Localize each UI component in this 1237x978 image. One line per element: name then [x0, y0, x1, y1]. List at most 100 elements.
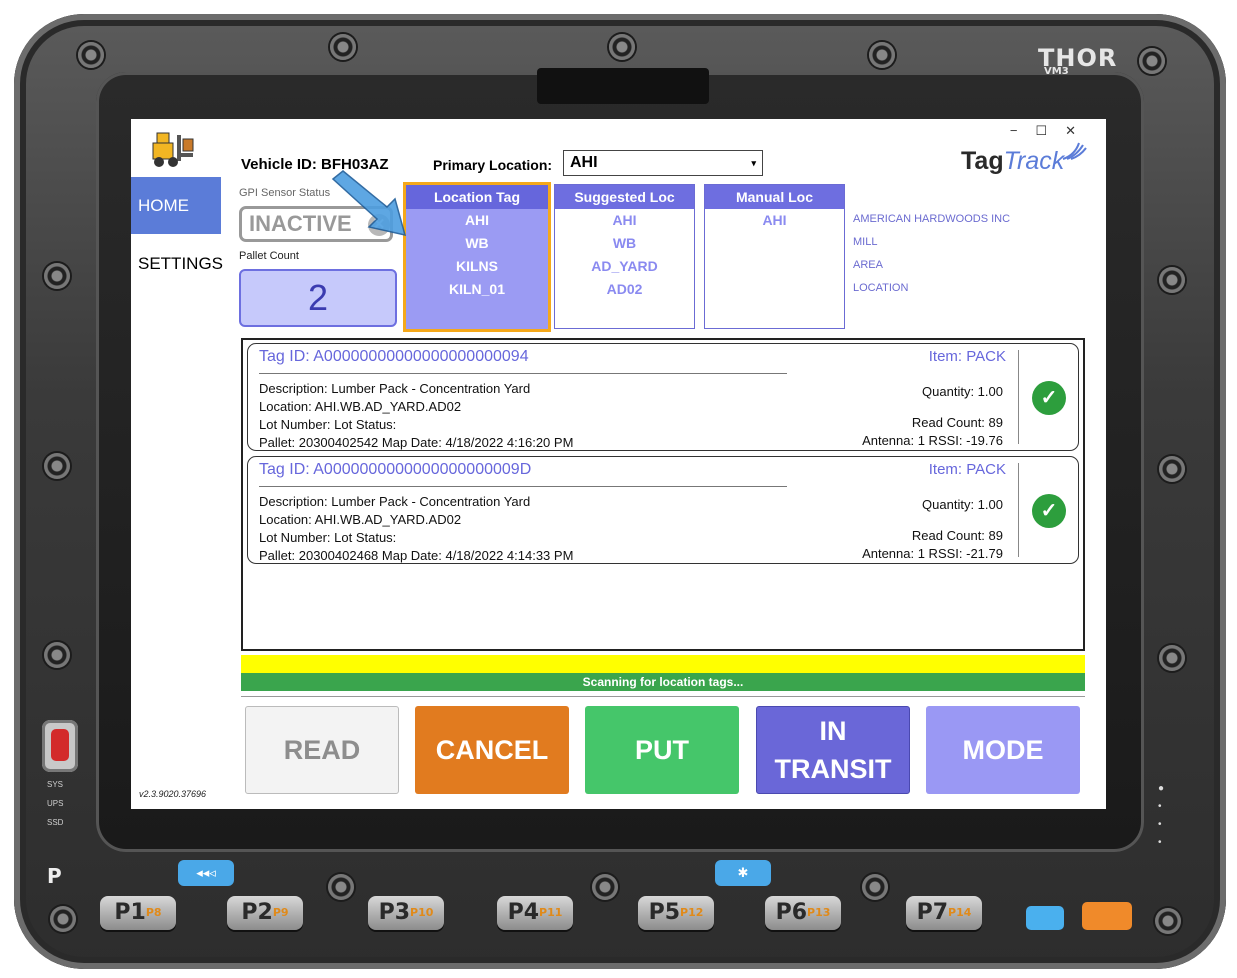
tag-read-count: Read Count: 89 — [911, 415, 1003, 430]
forklift-icon — [152, 132, 194, 167]
in-transit-label: IN TRANSIT — [775, 712, 892, 788]
gpi-sensor-label: GPI Sensor Status — [239, 187, 331, 199]
tag-list[interactable]: Tag ID: A00000000000000000000094 Descrip… — [241, 338, 1085, 651]
logo-track-text: Track — [1003, 147, 1065, 175]
window-controls: −☐✕ — [1010, 123, 1094, 139]
location-tag-value: WB — [465, 235, 489, 251]
tag-description: Description: Lumber Pack - Concentration… — [259, 494, 531, 509]
screw-icon — [78, 42, 104, 68]
key-p7[interactable]: P7P14 — [906, 896, 982, 930]
screw-icon — [50, 906, 76, 932]
tag-id: Tag ID: A0000000000000000000009D — [259, 461, 532, 478]
screw-icon — [330, 34, 356, 60]
put-button[interactable]: PUT — [585, 706, 739, 794]
tag-card[interactable]: Tag ID: A0000000000000000000009D Descrip… — [247, 456, 1079, 564]
led-label-sys: SYS — [47, 780, 64, 789]
screw-icon — [609, 34, 635, 60]
pallet-count-value: 2 — [239, 269, 397, 327]
key-p13-label: P13 — [807, 906, 831, 919]
screw-icon — [44, 263, 70, 289]
mode-button[interactable]: MODE — [926, 706, 1080, 794]
key-p3[interactable]: P3P10 — [368, 896, 444, 930]
screw-icon — [1159, 267, 1185, 293]
tag-pallet: Pallet: 20300402542 Map Date: 4/18/2022 … — [259, 435, 574, 450]
tag-lot: Lot Number: Lot Status: — [259, 417, 397, 432]
minimize-button[interactable]: − — [1010, 123, 1036, 138]
suggested-loc-value: AD02 — [606, 281, 643, 297]
suggested-loc-panel[interactable]: Suggested Loc AHI WB AD_YARD AD02 — [554, 184, 695, 329]
divider — [1018, 350, 1019, 444]
screw-icon — [1155, 908, 1181, 934]
key-p2-label: P2 — [241, 900, 273, 925]
suggested-loc-value: WB — [612, 235, 637, 251]
key-p7-label: P7 — [916, 900, 949, 925]
camera — [537, 68, 709, 104]
level-label-mill: MILL — [853, 236, 878, 248]
key-p1-label: P1 — [114, 900, 146, 925]
key-p6-label: P6 — [775, 900, 808, 925]
tag-location: Location: AHI.WB.AD_YARD.AD02 — [259, 512, 462, 527]
key-p14-label: P14 — [948, 906, 972, 919]
screw-icon — [1159, 645, 1185, 671]
location-tag-panel[interactable]: Location Tag AHI WB KILNS KILN_01 — [403, 182, 551, 332]
cancel-button[interactable]: CANCEL — [415, 706, 569, 794]
read-button[interactable]: READ — [245, 706, 399, 794]
brightness-key-icon[interactable]: ✱ — [715, 860, 771, 886]
nav-settings[interactable]: SETTINGS — [131, 235, 223, 292]
p-label: P — [47, 864, 62, 888]
divider — [241, 696, 1085, 697]
status-bar: Scanning for location tags... — [241, 673, 1085, 691]
key-p5-label: P5 — [648, 900, 681, 925]
location-tag-value: KILN_01 — [448, 281, 506, 297]
tag-description: Description: Lumber Pack - Concentration… — [259, 381, 531, 396]
tag-antenna: Antenna: 1 RSSI: -21.79 — [862, 546, 1003, 561]
signal-waves-icon — [1062, 142, 1087, 160]
volume-key-icon[interactable]: ◂◂◃ — [178, 860, 234, 886]
manual-loc-value: AHI — [762, 212, 787, 228]
suggested-loc-value: AHI — [612, 212, 637, 228]
screw-icon — [1159, 456, 1185, 482]
power-button[interactable] — [42, 720, 78, 772]
manual-loc-header: Manual Loc — [705, 185, 844, 209]
primary-location-select[interactable]: AHI ▾ — [563, 150, 763, 176]
tag-card[interactable]: Tag ID: A00000000000000000000094 Descrip… — [247, 343, 1079, 451]
key-p4-label: P4 — [507, 900, 540, 925]
chevron-down-icon: ▾ — [751, 158, 756, 168]
tag-item: Item: PACK — [928, 461, 1006, 478]
key-p5[interactable]: P5P12 — [638, 896, 714, 930]
key-p10-label: P10 — [410, 906, 434, 919]
tag-item: Item: PACK — [928, 348, 1006, 365]
screw-icon — [1139, 48, 1165, 74]
key-p4[interactable]: P4P11 — [497, 896, 573, 930]
check-icon: ✓ — [1032, 494, 1066, 528]
key-p11-label: P11 — [539, 906, 563, 919]
tag-pallet: Pallet: 20300402468 Map Date: 4/18/2022 … — [259, 548, 574, 563]
key-p2[interactable]: P2P9 — [227, 896, 303, 930]
key-p6[interactable]: P6P13 — [765, 896, 841, 930]
in-transit-button[interactable]: IN TRANSIT — [756, 706, 910, 794]
screw-icon — [592, 874, 618, 900]
key-p1[interactable]: P1P8 — [100, 896, 176, 930]
tag-location: Location: AHI.WB.AD_YARD.AD02 — [259, 399, 462, 414]
led-label-ssd: SSD — [47, 818, 64, 827]
led-label-ups: UPS — [47, 799, 64, 808]
manual-loc-panel[interactable]: Manual Loc AHI — [704, 184, 845, 329]
screw-icon — [44, 642, 70, 668]
app-version: v2.3.9020.37696 — [139, 789, 207, 799]
maximize-button[interactable]: ☐ — [1035, 123, 1065, 138]
key-p9-label: P9 — [272, 906, 289, 919]
primary-location-label: Primary Location: — [433, 157, 553, 173]
divider — [1018, 463, 1019, 557]
suggested-loc-value: AD_YARD — [591, 258, 658, 274]
close-button[interactable]: ✕ — [1065, 123, 1094, 138]
orange-hardware-button[interactable] — [1082, 902, 1132, 930]
blue-hardware-button[interactable] — [1026, 906, 1064, 930]
nav-home[interactable]: HOME — [131, 177, 221, 234]
tag-quantity: Quantity: 1.00 — [922, 384, 1003, 399]
sidebar: HOME SETTINGS v2.3.9020.37696 — [131, 119, 223, 809]
divider — [259, 486, 787, 487]
pallet-count-label: Pallet Count — [239, 250, 299, 262]
suggested-loc-header: Suggested Loc — [555, 185, 694, 209]
tag-antenna: Antenna: 1 RSSI: -19.76 — [862, 433, 1003, 448]
app-screen: −☐✕ HOME SETTINGS v2.3.9020.37696 Vehicl… — [131, 119, 1106, 809]
